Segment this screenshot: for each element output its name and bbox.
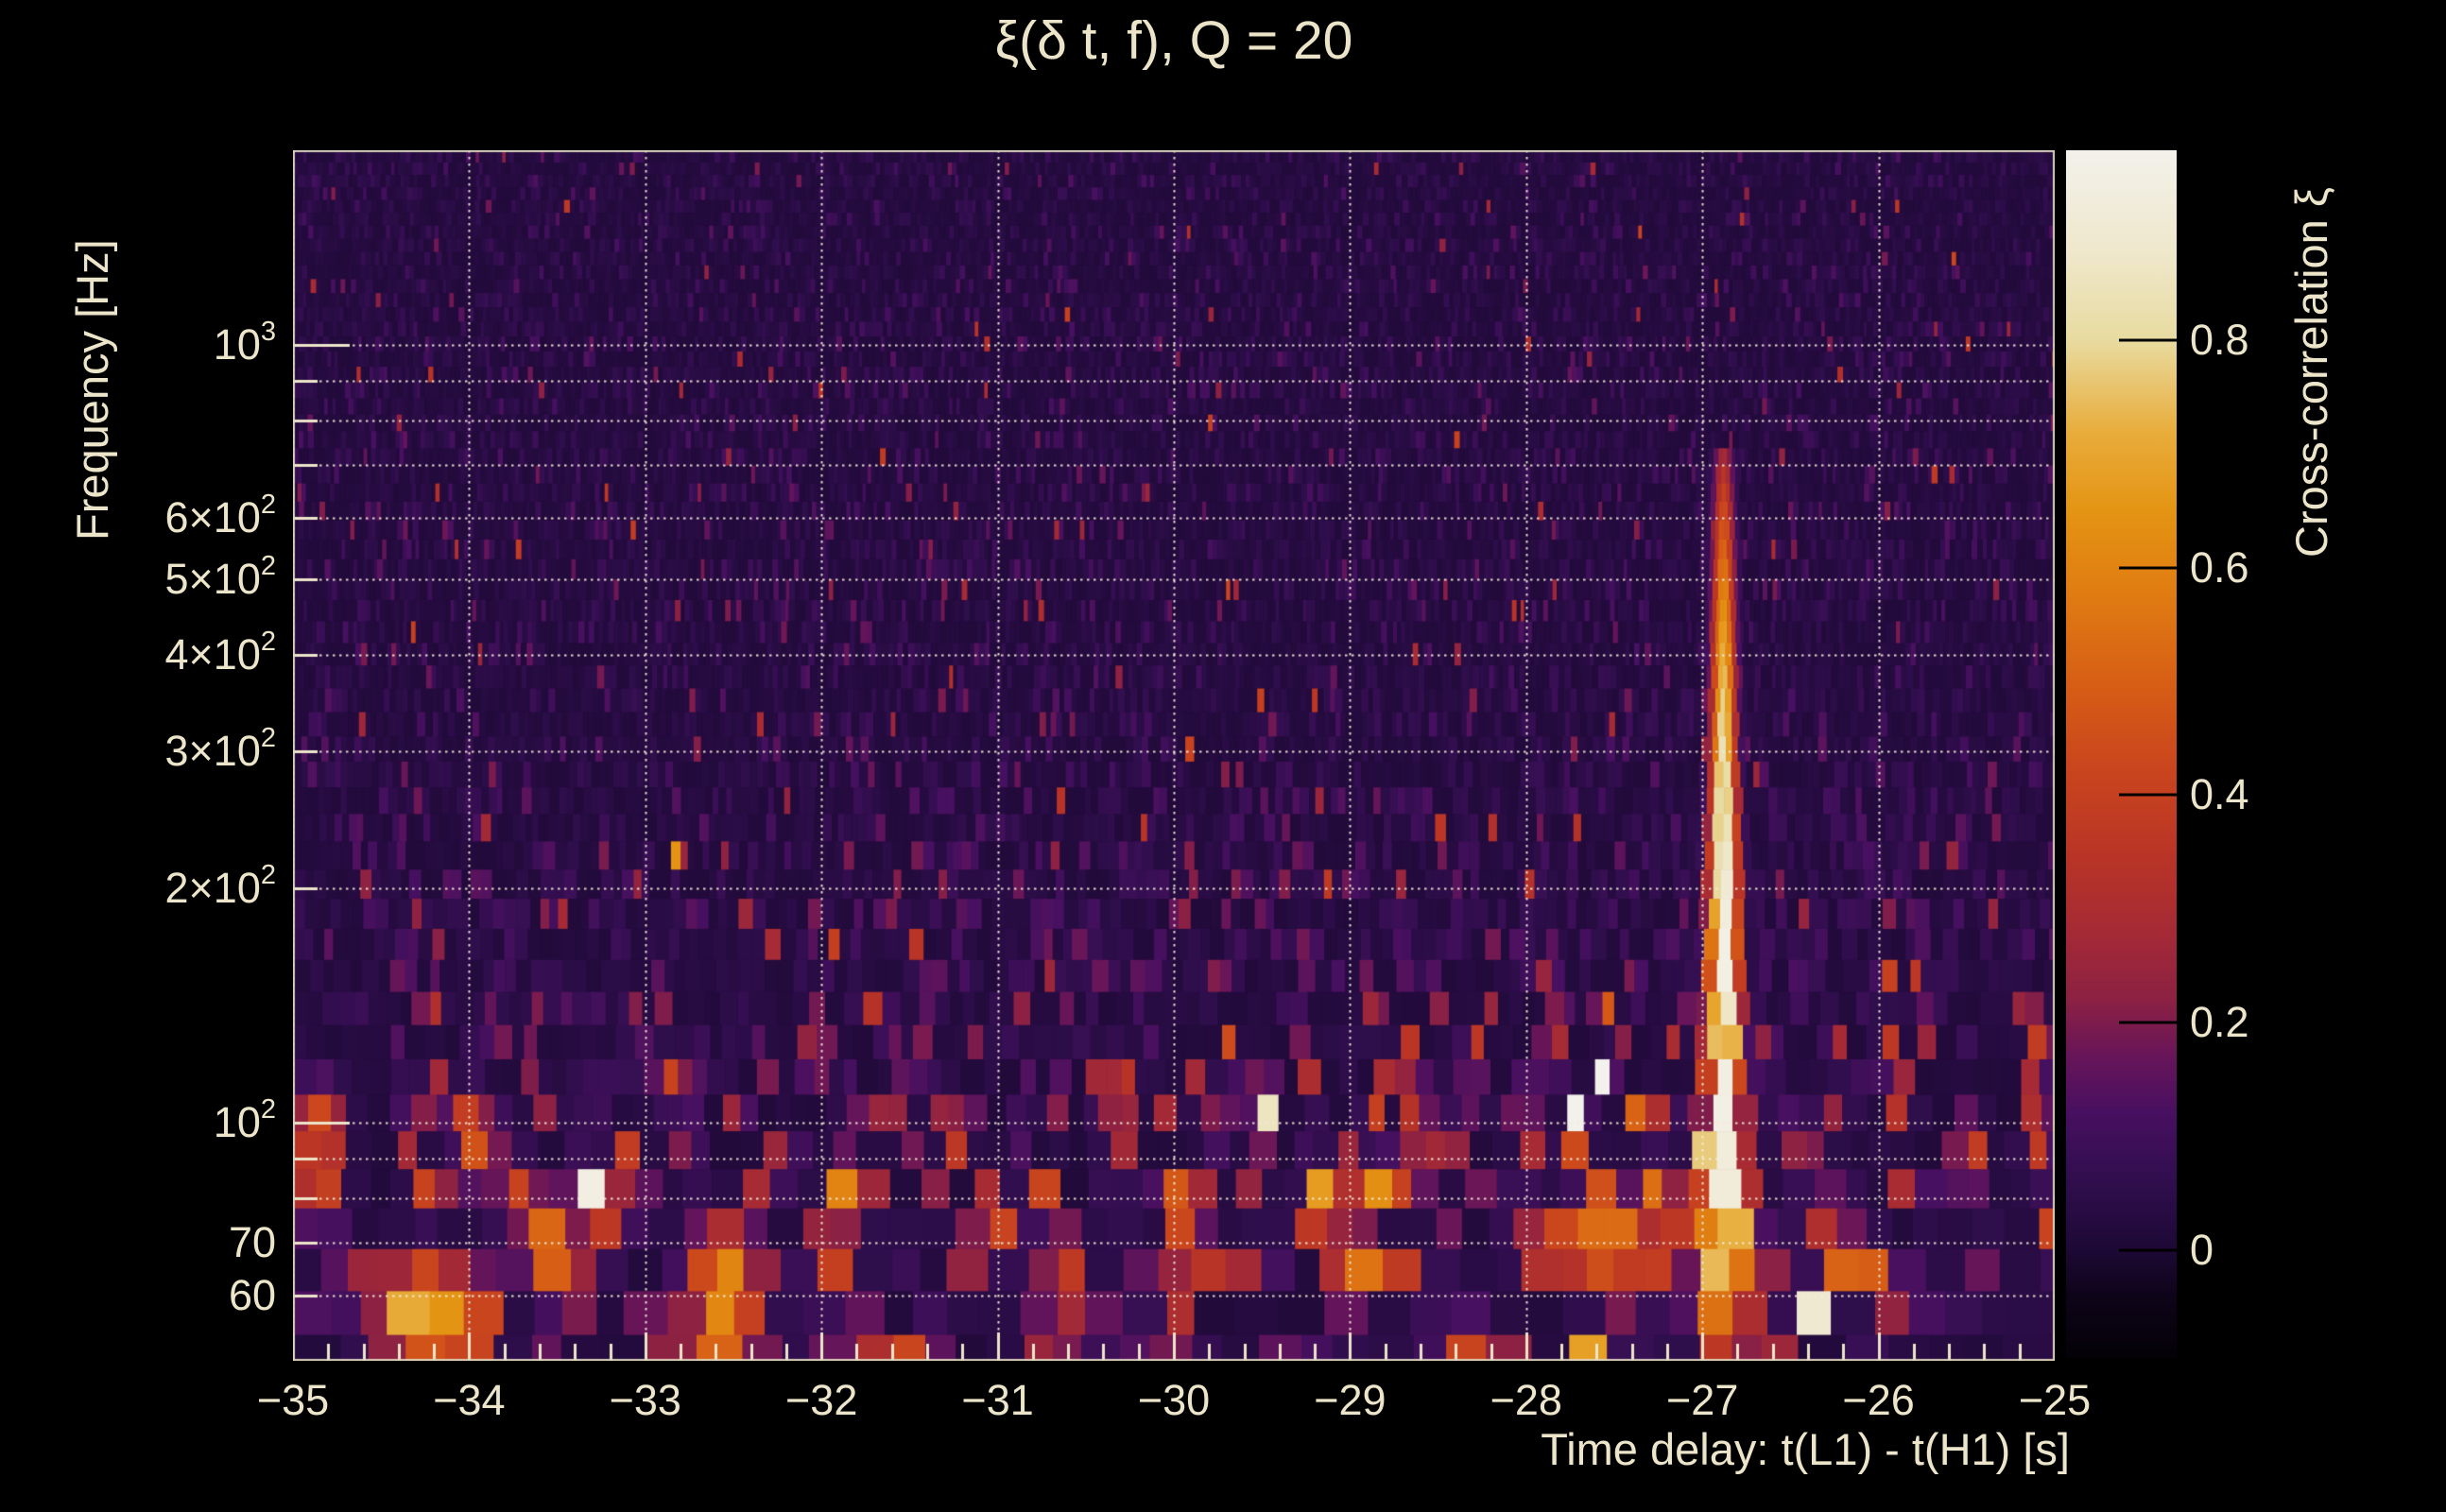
y-tick-label: 70 bbox=[228, 1218, 276, 1267]
colorbar bbox=[2066, 150, 2177, 1358]
x-tick-label: −30 bbox=[1137, 1376, 1211, 1424]
x-tick-label: −33 bbox=[609, 1376, 681, 1424]
colorbar-title: Cross-correlation ξ bbox=[2286, 187, 2336, 558]
x-tick-label: −34 bbox=[433, 1376, 506, 1424]
x-tick-label: −32 bbox=[785, 1376, 858, 1424]
colorbar-tick-label: 0.8 bbox=[2190, 315, 2249, 364]
figure: ξ(δ t, f), Q = 20 Frequency [Hz] 103 6×10… bbox=[0, 0, 2446, 1512]
y-tick-label: 60 bbox=[228, 1270, 276, 1319]
y-tick-label: 5×102 bbox=[164, 550, 276, 603]
y-axis-tick-labels: 103 6×102 5×102 4×102 3×102 2×102 102 70 60 bbox=[38, 0, 276, 1512]
x-axis-tick-labels: −35 −34 −33 −32 −31 −30 −29 −28 −27 −26 −25 bbox=[0, 1376, 2446, 1433]
x-axis-title: Time delay: t(L1) - t(H1) [s] bbox=[1541, 1424, 2070, 1474]
x-tick-label: −28 bbox=[1490, 1376, 1562, 1424]
y-tick-label: 6×102 bbox=[164, 489, 276, 541]
y-tick-label: 2×102 bbox=[164, 860, 276, 913]
y-tick-label: 4×102 bbox=[164, 626, 276, 679]
x-tick-label: −25 bbox=[2018, 1376, 2092, 1424]
figure-title: ξ(δ t, f), Q = 20 bbox=[994, 10, 1353, 71]
x-tick-label: −27 bbox=[1666, 1376, 1739, 1424]
colorbar-tick-label: 0.6 bbox=[2190, 542, 2249, 592]
x-tick-label: −26 bbox=[1842, 1376, 1915, 1424]
colorbar-tick-label: 0.4 bbox=[2190, 770, 2249, 819]
colorbar-gradient bbox=[2066, 150, 2177, 1358]
x-tick-label: −31 bbox=[961, 1376, 1034, 1424]
x-tick-label: −29 bbox=[1314, 1376, 1387, 1424]
y-tick-label: 103 bbox=[213, 316, 276, 369]
x-tick-label: −35 bbox=[256, 1376, 330, 1424]
y-tick-label: 102 bbox=[213, 1093, 276, 1146]
heatmap-canvas bbox=[293, 150, 2055, 1361]
colorbar-tick-label: 0 bbox=[2190, 1226, 2214, 1274]
y-tick-label: 3×102 bbox=[164, 723, 276, 776]
colorbar-tick-label: 0.2 bbox=[2190, 998, 2249, 1047]
